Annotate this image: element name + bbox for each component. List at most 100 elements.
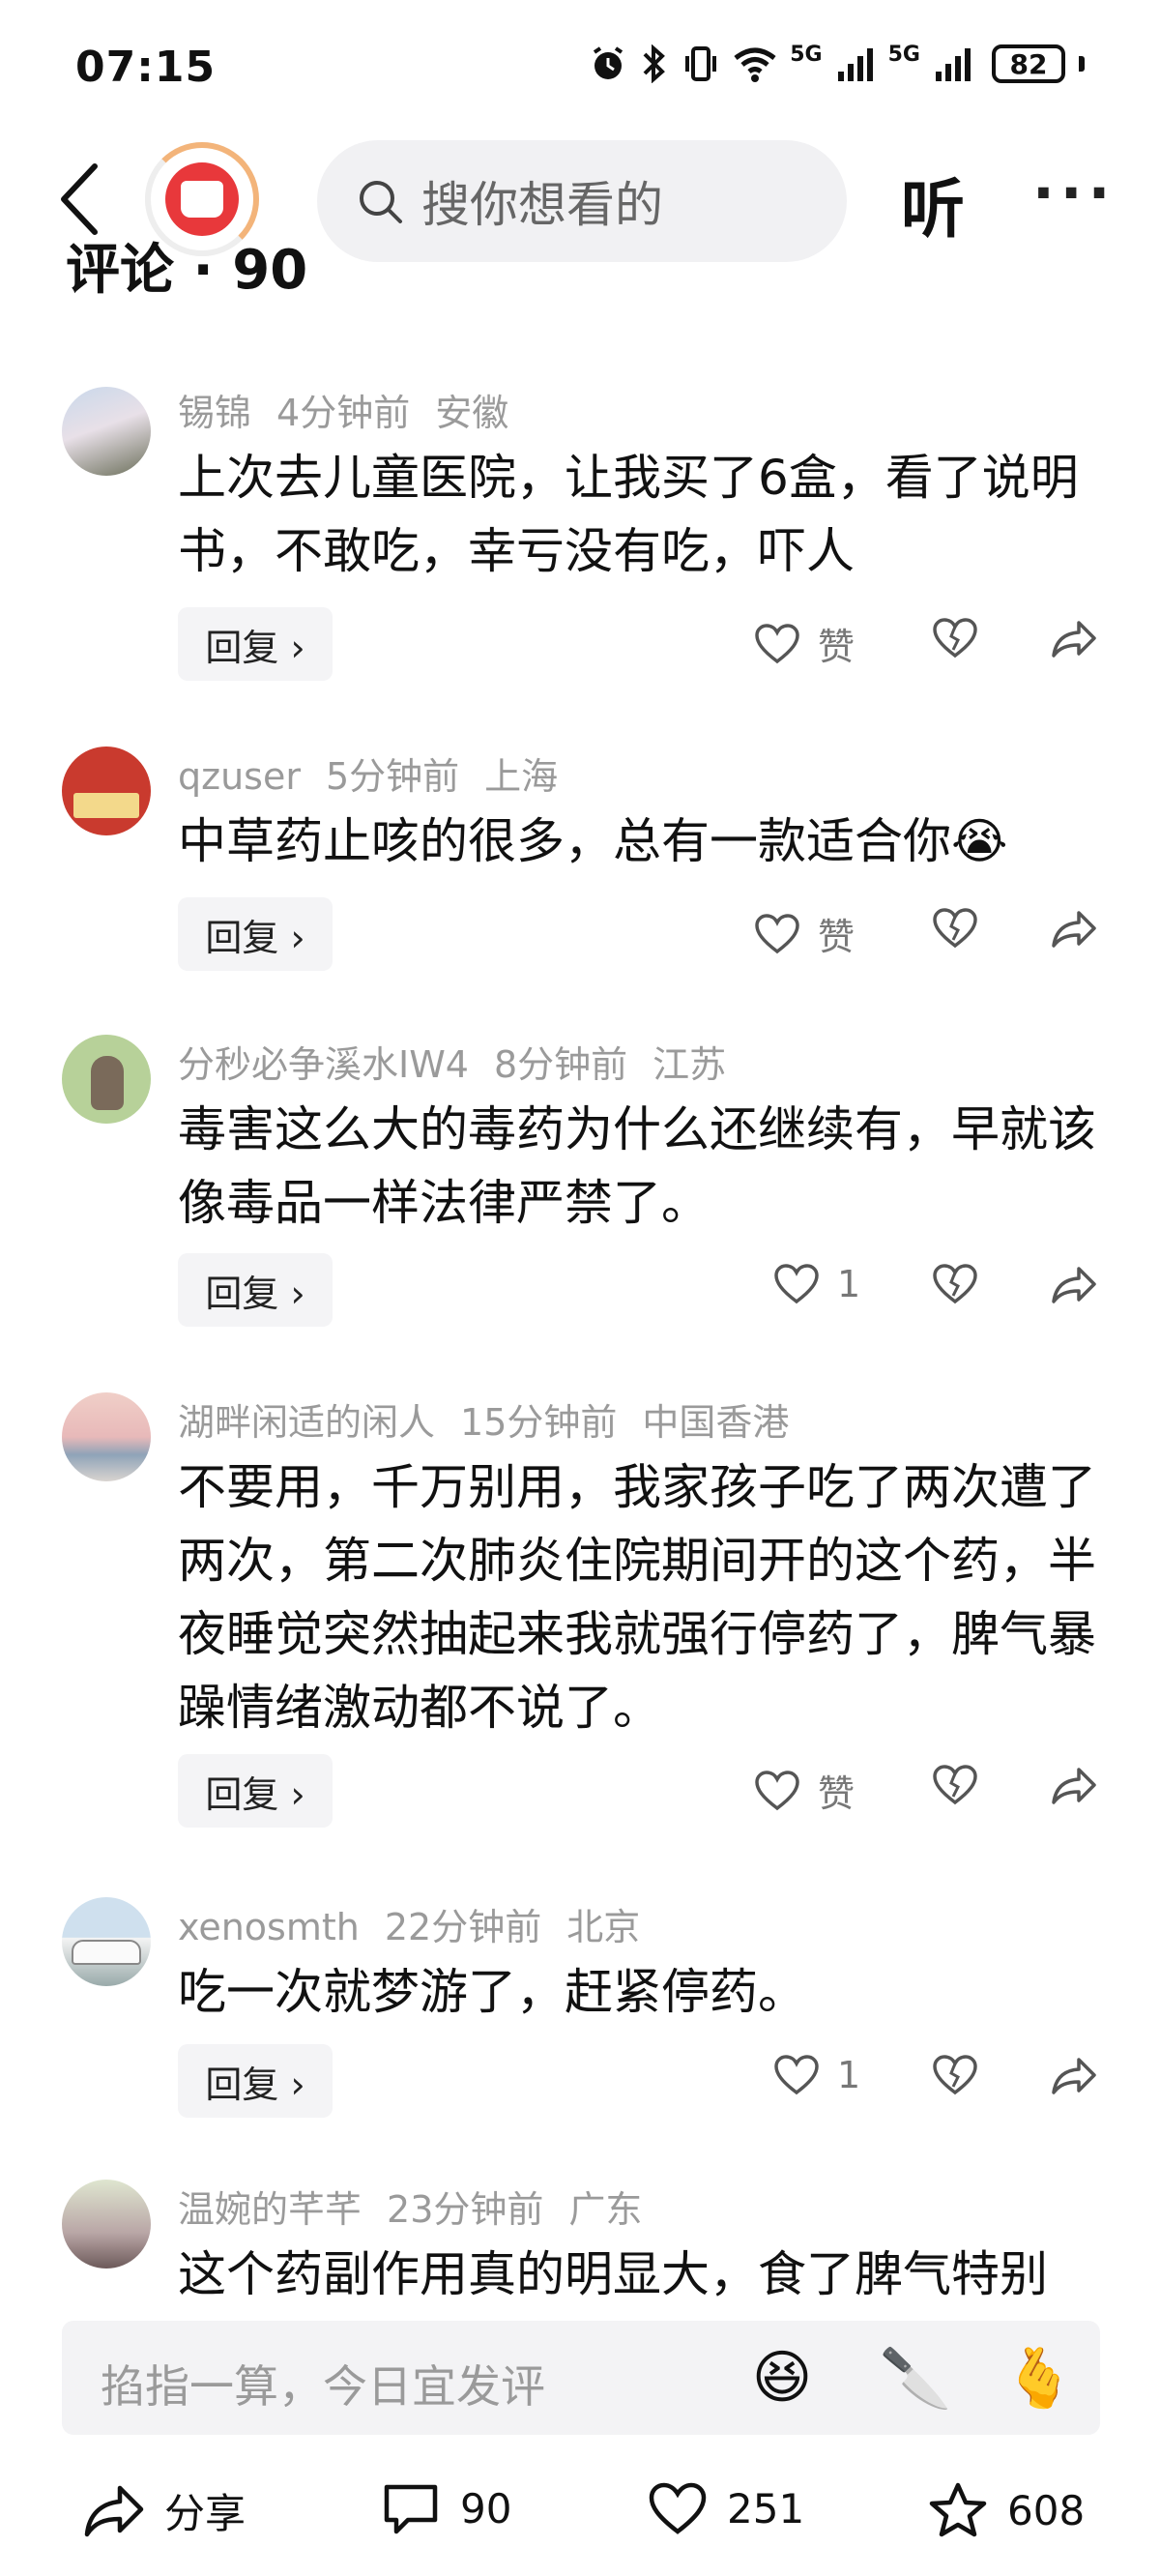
share-arrow-icon	[1052, 2058, 1096, 2094]
comment-actions: 赞	[754, 1754, 1121, 1828]
comment-text: 中草药止咳的很多，总有一款适合你😭	[178, 813, 1008, 869]
heart-icon	[774, 2055, 819, 2095]
dislike-button[interactable]	[932, 1263, 978, 1309]
avatar[interactable]	[62, 1035, 151, 1124]
comment-bubble-icon	[384, 2484, 438, 2534]
reply-button[interactable]: 回复 ›	[178, 1754, 333, 1828]
share-comment-button[interactable]	[1050, 1766, 1098, 1810]
share-button[interactable]: 分享	[83, 2481, 246, 2540]
comment-meta: 湖畔闲适的闲人 15分钟前 中国香港	[178, 1392, 814, 1446]
comment-time: 8分钟前	[493, 1043, 628, 1086]
comment-text: 这个药副作用真的明显大，食了脾气特别	[178, 2246, 1048, 2302]
share-comment-button[interactable]	[1050, 2056, 1098, 2100]
network-type-2: 5G	[887, 42, 920, 67]
comment-location: 广东	[568, 2188, 643, 2231]
comments-header: 评论 · 90	[66, 239, 308, 294]
laughing-emoji-button[interactable]: 😆	[746, 2342, 818, 2414]
broken-heart-icon	[933, 908, 977, 949]
reply-button[interactable]: 回复 ›	[178, 1253, 333, 1327]
favorites-count: 608	[1007, 2486, 1086, 2534]
chevron-left-icon	[61, 163, 98, 235]
comment-input-placeholder: 掐指一算，今日宜发评	[101, 2360, 545, 2413]
comment-location: 安徽	[435, 392, 509, 434]
share-comment-button[interactable]	[1050, 1265, 1098, 1309]
comment-actions: 赞	[754, 897, 1121, 971]
avatar[interactable]	[62, 746, 151, 835]
bottom-action-bar: 分享 90 251 608	[0, 2456, 1160, 2576]
reply-button[interactable]: 回复 ›	[178, 2044, 333, 2118]
like-post-button[interactable]: 251	[648, 2481, 804, 2535]
favorite-button[interactable]: 608	[928, 2481, 1085, 2539]
comment-time: 5分钟前	[325, 755, 460, 798]
signal-icon-1	[837, 48, 873, 81]
dislike-button[interactable]	[932, 907, 978, 953]
dislike-button[interactable]	[932, 2054, 978, 2100]
knife-emoji-button[interactable]: 🔪	[880, 2342, 952, 2414]
bluetooth-icon	[643, 44, 666, 83]
finger-heart-emoji-button[interactable]: 🫰	[1003, 2342, 1076, 2414]
status-icons: 5G 5G 82	[589, 42, 1085, 83]
comment-username[interactable]: 温婉的芊芊	[178, 2188, 362, 2231]
comment-meta: 锡锦 4分钟前 安徽	[178, 383, 534, 436]
broken-heart-icon	[933, 1765, 977, 1805]
comment-actions: 赞	[754, 607, 1121, 681]
comment-username[interactable]: qzuser	[178, 755, 301, 798]
signal-icon-2	[936, 48, 971, 81]
like-count: 赞	[818, 916, 856, 958]
comment-actions: 1	[754, 2044, 1121, 2118]
more-options-button[interactable]: ···	[1032, 160, 1116, 227]
like-button[interactable]: 1	[773, 1263, 860, 1305]
comment-text: 不要用，千万别用，我家孩子吃了两次遭了两次，第二次肺炎住院期间开的这个药，半夜睡…	[178, 1459, 1096, 1736]
avatar[interactable]	[62, 2180, 151, 2269]
like-count: 赞	[818, 1772, 856, 1815]
dislike-button[interactable]	[932, 617, 978, 663]
alarm-icon	[594, 46, 624, 79]
broken-heart-icon	[933, 1264, 977, 1304]
wifi-icon	[734, 47, 776, 82]
comment-meta: 分秒必争溪水IW4 8分钟前 江苏	[178, 1035, 751, 1088]
like-button[interactable]: 1	[773, 2054, 860, 2096]
comment-text: 吃一次就梦游了，赶紧停药。	[178, 1964, 806, 2020]
comment-item: 温婉的芊芊 23分钟前 广东 这个药副作用真的明显大，食了脾气特别	[0, 2180, 1160, 2321]
like-button[interactable]: 赞	[754, 617, 855, 670]
share-comment-button[interactable]	[1050, 909, 1098, 953]
share-arrow-icon	[1052, 1267, 1096, 1303]
like-count: 1	[837, 2054, 861, 2096]
comment-location: 中国香港	[642, 1401, 790, 1444]
comment-location: 江苏	[652, 1043, 727, 1086]
comment-username[interactable]: 湖畔闲适的闲人	[178, 1401, 435, 1444]
reply-button[interactable]: 回复 ›	[178, 607, 333, 681]
like-count: 1	[837, 1263, 861, 1305]
comment-time: 23分钟前	[387, 2188, 544, 2231]
star-icon	[929, 2482, 987, 2537]
share-comment-button[interactable]	[1050, 619, 1098, 663]
like-button[interactable]: 赞	[754, 907, 855, 960]
avatar[interactable]	[62, 1392, 151, 1481]
like-button[interactable]: 赞	[754, 1764, 855, 1817]
avatar-detail	[91, 1056, 124, 1110]
back-button[interactable]	[50, 156, 108, 243]
comment-text: 毒害这么大的毒药为什么还继续有，早就该像毒品一样法律严禁了。	[178, 1101, 1096, 1231]
avatar[interactable]	[62, 1897, 151, 1986]
search-bar[interactable]: 搜你想看的	[317, 140, 847, 262]
comment-location: 北京	[566, 1906, 641, 1948]
comments-button[interactable]: 90	[381, 2481, 511, 2535]
like-count: 赞	[818, 626, 856, 668]
dislike-button[interactable]	[932, 1764, 978, 1810]
comment-username[interactable]: 分秒必争溪水IW4	[178, 1043, 469, 1086]
avatar[interactable]	[62, 387, 151, 476]
comment-username[interactable]: 锡锦	[178, 392, 251, 434]
search-icon	[360, 181, 402, 223]
comment-actions: 1	[754, 1253, 1121, 1327]
heart-icon	[755, 1770, 799, 1810]
vibrate-icon	[685, 46, 717, 81]
search-placeholder: 搜你想看的	[421, 177, 663, 233]
avatar-detail	[72, 1940, 141, 1965]
reply-button[interactable]: 回复 ›	[178, 897, 333, 971]
comment-username[interactable]: xenosmth	[178, 1906, 360, 1948]
listen-button[interactable]: 听	[901, 158, 965, 250]
share-arrow-icon	[1052, 1768, 1096, 1804]
share-icon	[84, 2485, 144, 2536]
comment-input[interactable]: 掐指一算，今日宜发评 😆 🔪 🫰	[62, 2321, 1100, 2435]
network-type-1: 5G	[790, 42, 823, 67]
